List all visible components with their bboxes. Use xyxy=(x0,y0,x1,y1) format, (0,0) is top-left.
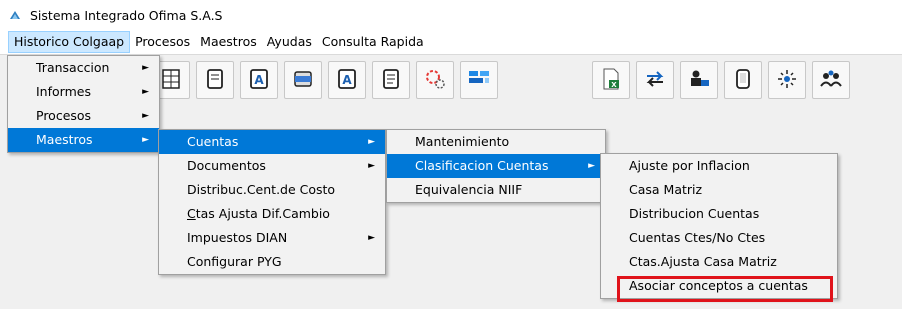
menu-item-casa-matriz[interactable]: Casa Matriz xyxy=(601,178,837,202)
menu-item-cuentas-ctes-no-ctes[interactable]: Cuentas Ctes/No Ctes xyxy=(601,226,837,250)
menu-item-cuentas[interactable]: Cuentas ► xyxy=(159,130,385,154)
menu-item-distribucion-cuentas[interactable]: Distribucion Cuentas xyxy=(601,202,837,226)
submenu-arrow-icon: ► xyxy=(588,161,595,171)
toolbar-button-users-computer[interactable] xyxy=(680,61,718,99)
menu-item-procesos[interactable]: Procesos ► xyxy=(8,104,159,128)
menu-item-mantenimiento[interactable]: Mantenimiento xyxy=(387,130,605,154)
sparkle-icon xyxy=(775,67,799,94)
letter-a-edit-icon: A xyxy=(335,67,359,94)
settings-gears-icon xyxy=(423,67,447,94)
submenu-arrow-icon: ► xyxy=(142,111,149,121)
submenu-arrow-icon: ► xyxy=(142,63,149,73)
menu-maestros-submenu: Cuentas ► Documentos ► Distribuc.Cent.de… xyxy=(158,129,386,275)
menu-bar: Historico Colgaap Procesos Maestros Ayud… xyxy=(0,30,902,54)
notepad-icon xyxy=(379,67,403,94)
submenu-arrow-icon: ► xyxy=(368,137,375,147)
device-icon xyxy=(731,67,755,94)
mnemonic-letter: C xyxy=(187,206,196,221)
menu-item-ctas-ajusta-casa-matriz[interactable]: Ctas.Ajusta Casa Matriz xyxy=(601,250,837,274)
toolbar-button-device[interactable] xyxy=(724,61,762,99)
menu-cuentas-submenu: Mantenimiento Clasificacion Cuentas ► Eq… xyxy=(386,129,606,203)
grid-calculator-icon xyxy=(159,67,183,94)
toolbar-button-people[interactable] xyxy=(812,61,850,99)
toolbar-button-document[interactable] xyxy=(196,61,234,99)
svg-text:A: A xyxy=(254,73,264,87)
submenu-arrow-icon: ► xyxy=(142,135,149,145)
toolbar-button-transfer[interactable] xyxy=(636,61,674,99)
highlight-box xyxy=(617,276,833,302)
menu-item-clasificacion-cuentas[interactable]: Clasificacion Cuentas ► xyxy=(387,154,605,178)
menu-historico-colgaap[interactable]: Historico Colgaap xyxy=(8,31,131,53)
menu-procesos[interactable]: Procesos xyxy=(130,31,195,53)
menu-maestros[interactable]: Maestros xyxy=(195,31,262,53)
submenu-arrow-icon: ► xyxy=(368,161,375,171)
svg-text:A: A xyxy=(342,73,352,87)
menu-item-transaccion[interactable]: Transaccion ► xyxy=(8,56,159,80)
menu-item-ajuste-por-inflacion[interactable]: Ajuste por Inflacion xyxy=(601,154,837,178)
menu-historico-colgaap-dropdown: Transaccion ► Informes ► Procesos ► Maes… xyxy=(7,55,160,153)
excel-sheet-icon: X xyxy=(599,67,623,94)
xlsx-export-icon xyxy=(291,67,315,94)
toolbar-button-sparkle[interactable] xyxy=(768,61,806,99)
toolbar-button-excel[interactable]: X xyxy=(592,61,630,99)
toolbar-button-letter-a-edit[interactable]: A xyxy=(328,61,366,99)
window-title: Sistema Integrado Ofima S.A.S xyxy=(30,7,223,23)
submenu-arrow-icon: ► xyxy=(142,87,149,97)
people-group-icon xyxy=(819,67,843,94)
app-logo-icon xyxy=(8,8,22,22)
toolbar-button-notepad[interactable] xyxy=(372,61,410,99)
toolbar-button-settings[interactable] xyxy=(416,61,454,99)
title-bar: Sistema Integrado Ofima S.A.S xyxy=(0,0,902,30)
menu-item-ctas-ajusta-dif-cambio[interactable]: Ctas Ajusta Dif.Cambio xyxy=(159,202,385,226)
menu-item-equivalencia-niif[interactable]: Equivalencia NIIF xyxy=(387,178,605,202)
menu-item-maestros[interactable]: Maestros ► xyxy=(8,128,159,152)
menu-item-informes[interactable]: Informes ► xyxy=(8,80,159,104)
menu-ayudas[interactable]: Ayudas xyxy=(262,31,317,53)
toolbar-button-letter-a[interactable]: A xyxy=(240,61,278,99)
menu-item-documentos[interactable]: Documentos ► xyxy=(159,154,385,178)
menu-consulta-rapida[interactable]: Consulta Rapida xyxy=(317,31,429,53)
menu-item-distribuc-cent-costo[interactable]: Distribuc.Cent.de Costo xyxy=(159,178,385,202)
users-computer-icon xyxy=(687,67,711,94)
menu-item-impuestos-dian[interactable]: Impuestos DIAN ► xyxy=(159,226,385,250)
document-icon xyxy=(203,67,227,94)
submenu-arrow-icon: ► xyxy=(368,233,375,243)
transfer-arrows-icon xyxy=(643,67,667,94)
structure-tree-icon xyxy=(467,67,491,94)
svg-text:X: X xyxy=(611,81,617,89)
toolbar-button-structure[interactable] xyxy=(460,61,498,99)
letter-a-document-icon: A xyxy=(247,67,271,94)
menu-item-configurar-pyg[interactable]: Configurar PYG xyxy=(159,250,385,274)
toolbar-button-xlsx[interactable] xyxy=(284,61,322,99)
